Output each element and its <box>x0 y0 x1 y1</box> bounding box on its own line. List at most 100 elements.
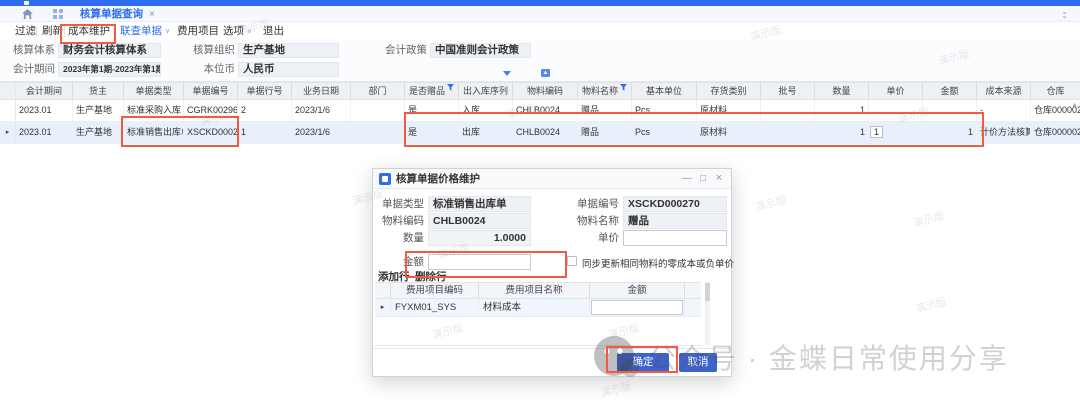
col-in-out-seq[interactable]: 出入库序列 <box>459 83 513 99</box>
material-name-field: 赠品 <box>623 213 727 229</box>
amount-label: 金额 <box>373 255 424 270</box>
accounting-org-field[interactable]: 生产基地 <box>238 43 339 58</box>
expense-table-header: 费用项目编码 费用项目名称 金额 <box>375 282 701 299</box>
local-currency-label: 本位币 <box>168 62 235 77</box>
col-department[interactable]: 部门 <box>351 83 405 99</box>
price-edit-cell[interactable]: 1 <box>870 126 883 138</box>
price-input[interactable] <box>623 230 727 246</box>
home-icon[interactable] <box>22 9 33 19</box>
maximize-icon[interactable]: □ <box>695 169 711 189</box>
col-expense-amount[interactable]: 金额 <box>590 283 685 298</box>
expense-table-row[interactable]: ▸ FYXM01_SYS 材料成本 <box>375 299 701 317</box>
col-biz-date[interactable]: 业务日期 <box>292 83 351 99</box>
col-cost-source[interactable]: 成本来源 <box>977 83 1031 99</box>
accounting-system-field[interactable]: 财务会计核算体系 <box>58 43 161 58</box>
row-indicator: ▸ <box>0 122 16 143</box>
row-indicator-header <box>0 83 16 99</box>
expense-amount-edit-cell[interactable] <box>591 300 683 315</box>
doc-type-label: 单据类型 <box>373 197 424 212</box>
doc-no-label: 单据编号 <box>553 197 619 212</box>
minimize-icon[interactable]: — <box>679 169 695 189</box>
toolbar-separator <box>36 26 37 37</box>
col-batch-no[interactable]: 批号 <box>761 83 815 99</box>
accounting-policy-label: 会计政策 <box>360 43 427 58</box>
scrollbar-up-icon[interactable]: ▲ <box>1071 102 1078 109</box>
doc-type-field: 标准销售出库单 <box>428 196 531 212</box>
tab-label: 核算单据查询 <box>80 8 143 20</box>
demo-watermark: 演示版 <box>599 378 633 400</box>
col-doc-type[interactable]: 单据类型 <box>124 83 184 99</box>
col-stock-category[interactable]: 存货类别 <box>697 83 761 99</box>
col-material-name[interactable]: 物料名称 <box>578 83 632 99</box>
col-amount[interactable]: 金额 <box>923 83 977 99</box>
col-doc-line[interactable]: 单据行号 <box>238 83 292 99</box>
documents-table: 会计期间 货主 单据类型 单据编号 单据行号 业务日期 部门 是否赠品 出入库序… <box>0 82 1080 144</box>
filter-funnel-icon[interactable] <box>620 84 627 91</box>
accounting-period-field[interactable]: 2023年第1期-2023年第1期 <box>58 62 161 77</box>
col-warehouse[interactable]: 仓库 <box>1031 83 1080 99</box>
ok-button[interactable]: 确定 <box>617 353 669 372</box>
table-row-selected[interactable]: ▸ 2023.01 生产基地 标准销售出库单 XSCKD000270 1 202… <box>0 122 1080 144</box>
local-currency-field[interactable]: 人民币 <box>238 62 339 77</box>
grid-menu-icon[interactable] <box>53 9 63 19</box>
dialog-table-scrollbar[interactable] <box>705 282 710 345</box>
sync-update-checkbox[interactable] <box>567 256 577 266</box>
app-window: 核算单据查询× ⌄⌄ 过滤 刷新 成本维护 联查单据∨ 费用项目 选项∨ 退出 … <box>0 0 1080 404</box>
qty-field: 1.0000 <box>428 230 531 246</box>
price-maintain-dialog: 核算单据价格维护 — □ × 单据类型 标准销售出库单 单据编号 XSCKD00… <box>372 168 732 377</box>
col-owner[interactable]: 货主 <box>73 83 124 99</box>
tab-bar: 核算单据查询 × ⌄⌄ <box>0 6 1080 22</box>
accounting-org-label: 核算组织 <box>168 43 235 58</box>
filter-button[interactable]: 过滤 <box>15 24 36 39</box>
accounting-period-label: 会计期间 <box>0 62 55 77</box>
amount-input[interactable] <box>428 254 531 270</box>
accounting-policy-field[interactable]: 中国准则会计政策 <box>430 43 531 58</box>
dialog-app-icon <box>379 173 391 185</box>
table-row[interactable]: 2023.01 生产基地 标准采购入库 CGRK00296 2 2023/1/6… <box>0 100 1080 122</box>
filter-funnel-icon[interactable] <box>447 84 454 91</box>
refresh-button[interactable]: 刷新 <box>42 24 63 39</box>
demo-watermark: 演示版 <box>754 192 788 214</box>
table-header-row: 会计期间 货主 单据类型 单据编号 单据行号 业务日期 部门 是否赠品 出入库序… <box>0 82 1080 100</box>
tab-accounting-doc-query[interactable]: 核算单据查询 × <box>80 7 155 22</box>
tab-close-icon[interactable]: × <box>149 9 155 20</box>
col-expense-code[interactable]: 费用项目编码 <box>391 283 479 298</box>
panel-collapse-icon[interactable] <box>503 71 511 76</box>
qty-label: 数量 <box>373 231 424 246</box>
col-is-gift[interactable]: 是否赠品 <box>405 83 459 99</box>
col-doc-no[interactable]: 单据编号 <box>184 83 238 99</box>
main-toolbar: 过滤 刷新 成本维护 联查单据∨ 费用项目 选项∨ 退出 <box>0 22 1080 40</box>
col-accounting-period[interactable]: 会计期间 <box>16 83 73 99</box>
toolbar-separator <box>64 26 65 37</box>
close-icon[interactable]: × <box>711 169 727 189</box>
collapse-all-icon[interactable]: ⌄⌄ <box>1061 10 1068 18</box>
expense-items-table: 费用项目编码 费用项目名称 金额 ▸ FYXM01_SYS 材料成本 <box>375 282 701 317</box>
panel-pin-icon[interactable]: ▲ <box>541 69 550 77</box>
col-qty[interactable]: 数量 <box>815 83 869 99</box>
cancel-button[interactable]: 取消 <box>679 353 717 372</box>
demo-watermark: 演示版 <box>912 208 946 230</box>
row-indicator: ▸ <box>375 299 391 316</box>
expense-item-button[interactable]: 费用项目 <box>177 24 219 39</box>
options-button[interactable]: 选项∨ <box>223 24 252 39</box>
demo-watermark: 演示版 <box>914 294 948 316</box>
table-bottom-border <box>375 345 701 346</box>
filter-panel: 核算体系 财务会计核算体系 核算组织 生产基地 会计政策 中国准则会计政策 会计… <box>0 40 1080 82</box>
chevron-down-icon: ∨ <box>165 28 170 35</box>
exit-button[interactable]: 退出 <box>263 24 284 39</box>
col-material-code[interactable]: 物料编码 <box>513 83 578 99</box>
material-code-field: CHLB0024 <box>428 213 531 229</box>
linked-docs-button[interactable]: 联查单据∨ <box>120 24 170 39</box>
accounting-system-label: 核算体系 <box>0 43 55 58</box>
scrollbar-thumb[interactable] <box>705 283 710 301</box>
col-price[interactable]: 单价 <box>869 83 923 99</box>
chevron-down-icon: ∨ <box>247 28 252 35</box>
dialog-title: 核算单据价格维护 <box>396 169 480 189</box>
doc-no-field: XSCKD000270 <box>623 196 727 212</box>
col-expense-name[interactable]: 费用项目名称 <box>479 283 590 298</box>
dialog-title-bar[interactable]: 核算单据价格维护 — □ × <box>373 169 731 189</box>
cost-maintain-button[interactable]: 成本维护 <box>68 24 110 39</box>
col-base-unit[interactable]: 基本单位 <box>632 83 697 99</box>
material-code-label: 物料编码 <box>373 214 424 229</box>
material-name-label: 物料名称 <box>553 214 619 229</box>
